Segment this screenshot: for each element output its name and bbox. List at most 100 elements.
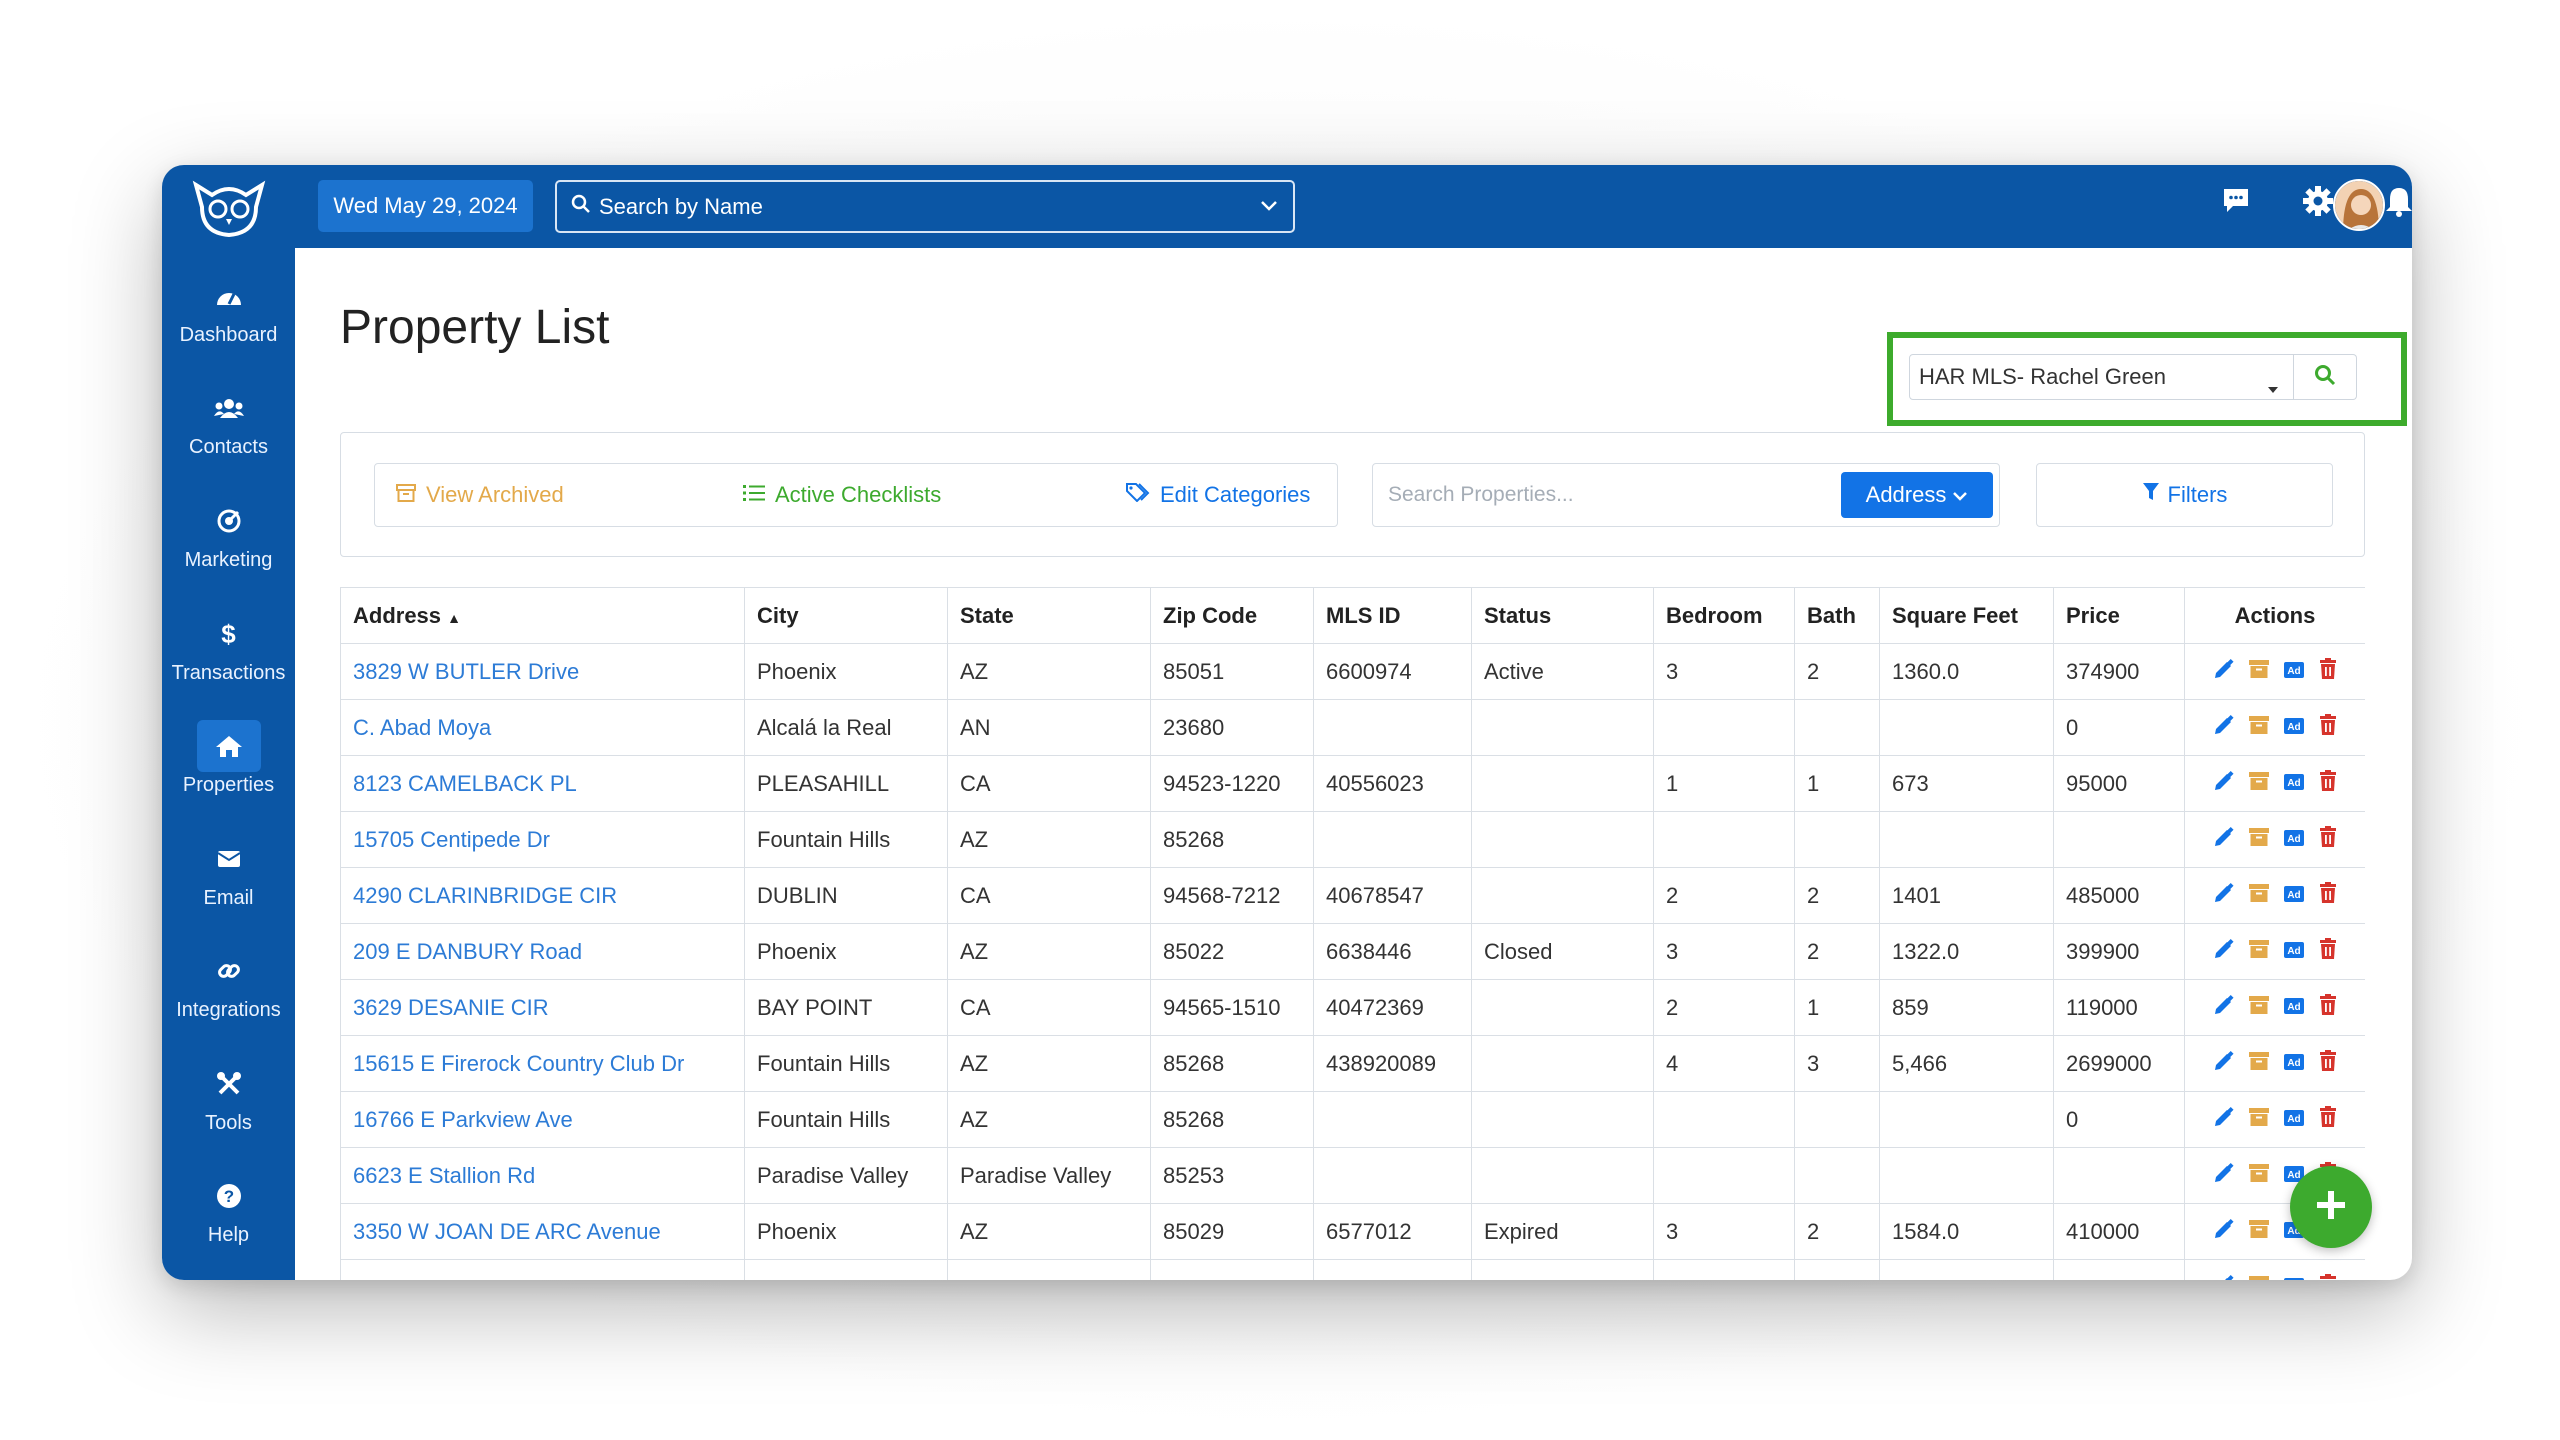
archive-icon[interactable] [2248, 771, 2270, 797]
column-header-city[interactable]: City [744, 587, 948, 644]
ad-icon[interactable]: Ad [2283, 715, 2305, 741]
table-row[interactable]: 8123 CAMELBACK PL PLEASAHILL CA 94523-1220 4… [340, 755, 2365, 812]
archive-icon[interactable] [2248, 1219, 2270, 1245]
edit-icon[interactable] [2213, 994, 2235, 1022]
sidebar-item-help[interactable]: ? Help [162, 1170, 295, 1270]
trash-icon[interactable] [2318, 769, 2338, 798]
active-checklists-button[interactable]: Active Checklists [743, 464, 941, 526]
sidebar-item-transactions[interactable]: $ Transactions [162, 608, 295, 708]
table-row[interactable]: 3829 W BUTLER Drive Phoenix AZ 85051 6600974… [340, 643, 2365, 700]
archive-icon[interactable] [2248, 1107, 2270, 1133]
edit-icon[interactable] [2213, 714, 2235, 742]
sidebar-item-integrations[interactable]: Integrations [162, 945, 295, 1045]
archive-icon[interactable] [2248, 939, 2270, 965]
sidebar-item-email[interactable]: Email [162, 833, 295, 933]
column-header-mls-id[interactable]: MLS ID [1313, 587, 1472, 644]
trash-icon[interactable] [2318, 825, 2338, 854]
table-row[interactable]: 3629 DESANIE CIR BAY POINT CA 94565-1510 404… [340, 979, 2365, 1036]
ad-icon[interactable]: Ad [2283, 827, 2305, 853]
sidebar-item-marketing[interactable]: Marketing [162, 495, 295, 595]
column-header-zip[interactable]: Zip Code [1150, 587, 1314, 644]
archive-icon[interactable] [2248, 715, 2270, 741]
table-row[interactable]: 15615 E Firerock Country Club Dr Fountain… [340, 1035, 2365, 1092]
ad-icon[interactable]: Ad [2283, 939, 2305, 965]
gear-icon[interactable] [2302, 185, 2334, 222]
view-archived-button[interactable]: View Archived [396, 464, 564, 526]
ad-icon[interactable]: Ad [2283, 659, 2305, 685]
cell-address[interactable]: 209 E DANBURY Road [340, 923, 745, 980]
table-row[interactable]: C. Abad Moya Alcalá la Real AN 23680 0 Ad [340, 699, 2365, 756]
trash-icon[interactable] [2318, 1273, 2338, 1280]
archive-icon[interactable] [2248, 659, 2270, 685]
ad-icon[interactable]: Ad [2283, 1107, 2305, 1133]
edit-icon[interactable] [2213, 1162, 2235, 1190]
column-header-bath[interactable]: Bath [1794, 587, 1880, 644]
chat-icon[interactable] [2221, 185, 2251, 220]
table-row[interactable]: 6623 E Stallion Rd Paradise Valley Paradis… [340, 1147, 2365, 1204]
trash-icon[interactable] [2318, 881, 2338, 910]
column-header-state[interactable]: State [947, 587, 1151, 644]
table-row[interactable]: 3350 W JOAN DE ARC Avenue Phoenix AZ 85029 6… [340, 1203, 2365, 1260]
date-display[interactable]: Wed May 29, 2024 [318, 180, 533, 232]
cell-address[interactable]: 8123 CAMELBACK PL [340, 755, 745, 812]
trash-icon[interactable] [2318, 1105, 2338, 1134]
archive-icon[interactable] [2248, 827, 2270, 853]
archive-icon[interactable] [2248, 1163, 2270, 1189]
edit-icon[interactable] [2213, 882, 2235, 910]
edit-icon[interactable] [2213, 938, 2235, 966]
edit-icon[interactable] [2213, 1106, 2235, 1134]
column-header-address[interactable]: Address ▲ [340, 587, 745, 644]
archive-icon[interactable] [2248, 1275, 2270, 1280]
edit-categories-button[interactable]: Edit Categories [1126, 464, 1310, 526]
cell-address[interactable]: 3629 DESANIE CIR [340, 979, 745, 1036]
archive-icon[interactable] [2248, 883, 2270, 909]
trash-icon[interactable] [2318, 937, 2338, 966]
trash-icon[interactable] [2318, 1049, 2338, 1078]
column-header-bedroom[interactable]: Bedroom [1653, 587, 1795, 644]
cell-address[interactable]: 6623 E Stallion Rd [340, 1147, 745, 1204]
trash-icon[interactable] [2318, 713, 2338, 742]
column-header-price[interactable]: Price [2053, 587, 2185, 644]
add-property-button[interactable] [2290, 1166, 2372, 1248]
user-avatar[interactable] [2333, 179, 2385, 231]
edit-icon[interactable] [2213, 826, 2235, 854]
ad-icon[interactable]: Ad [2283, 771, 2305, 797]
table-row[interactable]: Ad [340, 1259, 2365, 1280]
edit-icon[interactable] [2213, 1050, 2235, 1078]
table-row[interactable]: 209 E DANBURY Road Phoenix AZ 85022 6638446 C… [340, 923, 2365, 980]
trash-icon[interactable] [2318, 657, 2338, 686]
archive-icon[interactable] [2248, 1051, 2270, 1077]
search-by-name-dropdown[interactable]: Search by Name [555, 180, 1295, 233]
cell-address[interactable]: C. Abad Moya [340, 699, 745, 756]
address-dropdown-button[interactable]: Address [1841, 472, 1993, 518]
ad-icon[interactable]: Ad [2283, 1051, 2305, 1077]
sidebar-item-contacts[interactable]: Contacts [162, 382, 295, 482]
table-row[interactable]: 15705 Centipede Dr Fountain Hills AZ 85268 A… [340, 811, 2365, 868]
edit-icon[interactable] [2213, 1218, 2235, 1246]
sidebar-item-tools[interactable]: Tools [162, 1058, 295, 1158]
mls-select[interactable]: HAR MLS- Rachel Green [1909, 354, 2294, 400]
filters-button[interactable]: Filters [2036, 463, 2333, 527]
table-row[interactable]: 4290 CLARINBRIDGE CIR DUBLIN CA 94568-7212 4… [340, 867, 2365, 924]
cell-address[interactable]: 15705 Centipede Dr [340, 811, 745, 868]
edit-icon[interactable] [2213, 1274, 2235, 1280]
mls-search-button[interactable] [2294, 354, 2357, 400]
edit-icon[interactable] [2213, 770, 2235, 798]
search-properties-input[interactable]: Search Properties... Address [1372, 463, 2000, 527]
sidebar-item-dashboard[interactable]: Dashboard [162, 270, 295, 370]
bell-icon[interactable] [2384, 185, 2412, 222]
column-header-square-feet[interactable]: Square Feet [1879, 587, 2054, 644]
table-row[interactable]: 16766 E Parkview Ave Fountain Hills AZ 8526… [340, 1091, 2365, 1148]
owl-logo-icon[interactable] [190, 177, 268, 239]
cell-address[interactable]: 15615 E Firerock Country Club Dr [340, 1035, 745, 1092]
sidebar-item-properties[interactable]: Properties [162, 720, 295, 820]
archive-icon[interactable] [2248, 995, 2270, 1021]
cell-address[interactable]: 4290 CLARINBRIDGE CIR [340, 867, 745, 924]
cell-address[interactable] [340, 1259, 745, 1280]
cell-address[interactable]: 16766 E Parkview Ave [340, 1091, 745, 1148]
cell-address[interactable]: 3350 W JOAN DE ARC Avenue [340, 1203, 745, 1260]
edit-icon[interactable] [2213, 658, 2235, 686]
ad-icon[interactable]: Ad [2283, 1275, 2305, 1280]
cell-address[interactable]: 3829 W BUTLER Drive [340, 643, 745, 700]
ad-icon[interactable]: Ad [2283, 995, 2305, 1021]
